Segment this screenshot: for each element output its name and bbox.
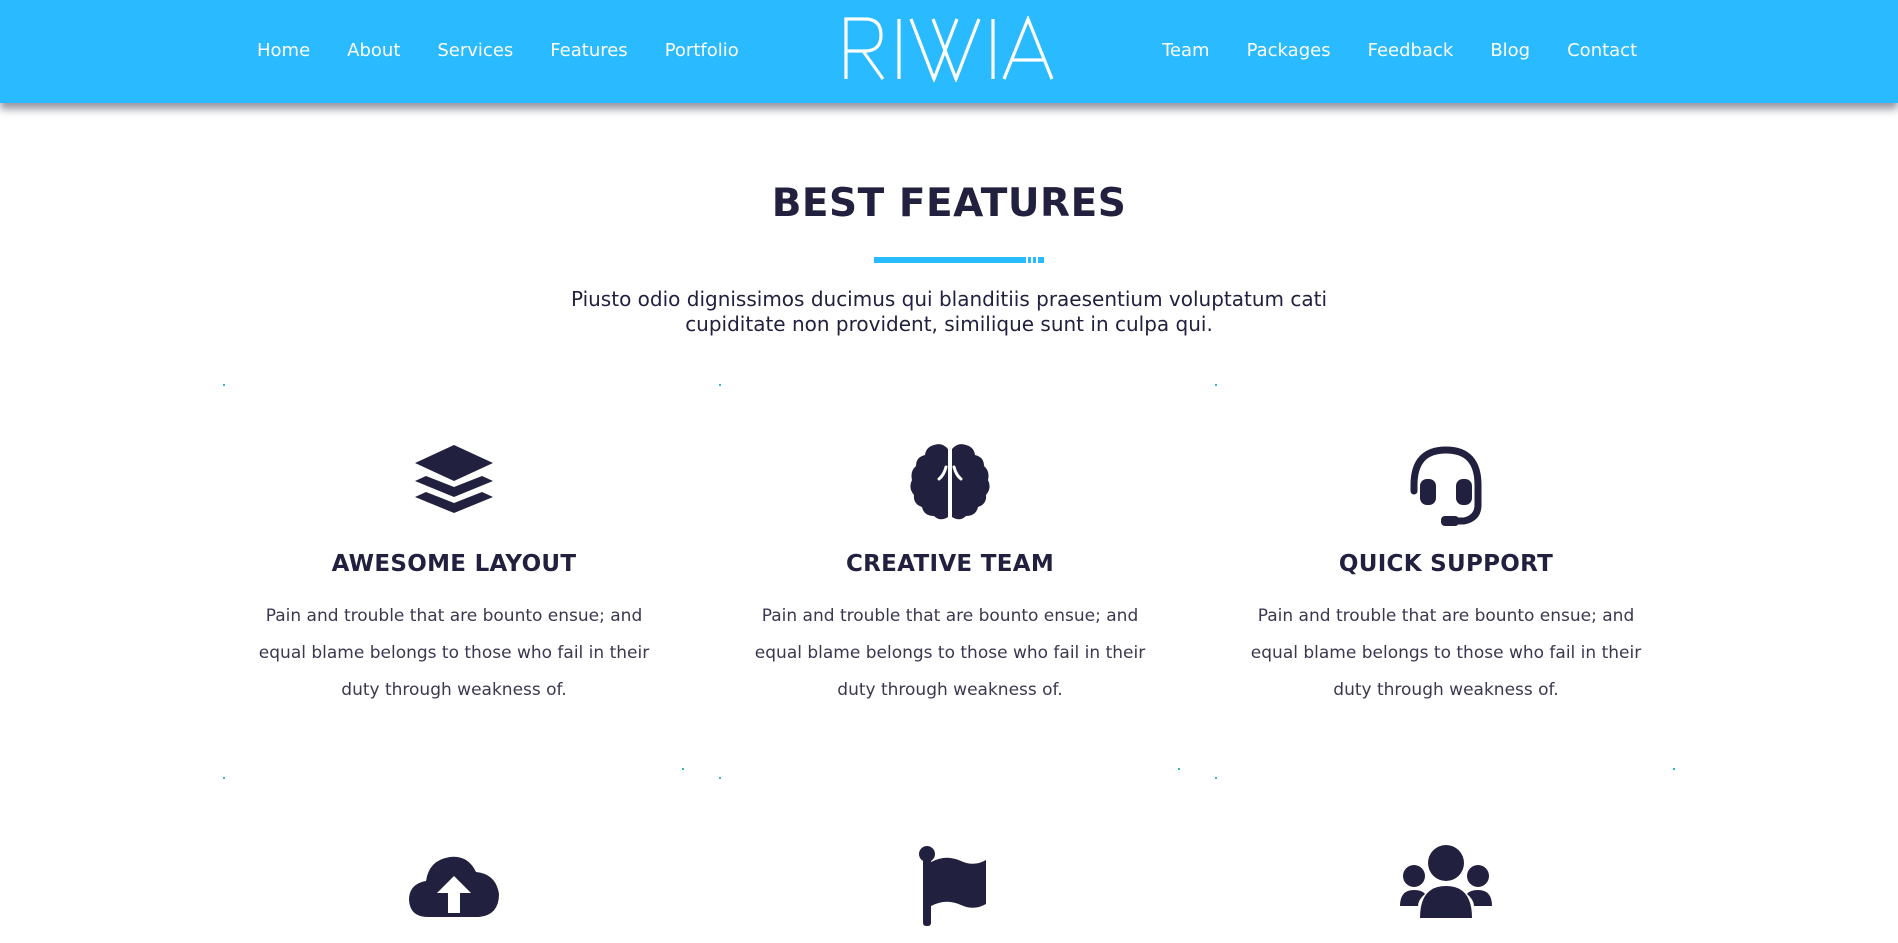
underline-dot bbox=[1028, 257, 1031, 263]
corner-marker bbox=[1673, 768, 1675, 770]
nav-link-about[interactable]: About bbox=[347, 40, 400, 61]
intro-line: cupiditate non provident, similique sunt… bbox=[685, 312, 1213, 336]
nav-left: Home About Services Features Portfolio bbox=[257, 0, 776, 100]
corner-marker bbox=[1215, 384, 1217, 386]
section-intro: Piusto odio dignissimos ducimus qui blan… bbox=[540, 287, 1358, 337]
nav-link-packages[interactable]: Packages bbox=[1247, 40, 1331, 61]
feature-text: Pain and trouble that are bounto ensue; … bbox=[1250, 606, 1642, 700]
logo-wordmark bbox=[844, 14, 1054, 84]
flag-icon bbox=[900, 826, 1000, 926]
nav-link-features[interactable]: Features bbox=[550, 40, 627, 61]
corner-marker bbox=[223, 384, 225, 386]
underline-bar bbox=[874, 257, 1026, 263]
feature-text: Pain and trouble that are bounto ensue; … bbox=[754, 606, 1146, 700]
nav-link-feedback[interactable]: Feedback bbox=[1368, 40, 1454, 61]
feature-title: AWESOME LAYOUT bbox=[331, 551, 577, 577]
nav-link-services[interactable]: Services bbox=[437, 40, 513, 61]
nav-link-team[interactable]: Team bbox=[1162, 40, 1210, 61]
features-section: BEST FEATURES Piusto odio dignissimos du… bbox=[0, 103, 1898, 943]
feature-title: QUICK SUPPORT bbox=[1338, 551, 1554, 577]
corner-marker bbox=[682, 768, 684, 770]
nav-link-contact[interactable]: Contact bbox=[1567, 40, 1637, 61]
corner-marker bbox=[1215, 777, 1217, 779]
corner-marker bbox=[719, 384, 721, 386]
users-icon bbox=[1396, 826, 1496, 926]
underline-dot bbox=[1033, 257, 1036, 263]
logo[interactable] bbox=[843, 14, 1055, 84]
cloud-upload-icon bbox=[404, 826, 504, 926]
corner-marker bbox=[1178, 768, 1180, 770]
section-title: BEST FEATURES bbox=[771, 181, 1127, 226]
feature-text: Pain and trouble that are bounto ensue; … bbox=[258, 606, 650, 700]
corner-marker bbox=[719, 777, 721, 779]
title-underline bbox=[874, 257, 1044, 263]
navbar: Home About Services Features Portfolio T… bbox=[0, 0, 1898, 103]
layers-icon bbox=[404, 433, 504, 533]
headset-icon bbox=[1396, 433, 1496, 533]
intro-line: Piusto odio dignissimos ducimus qui blan… bbox=[570, 287, 1328, 311]
nav-right: Team Packages Feedback Blog Contact bbox=[1162, 0, 1674, 100]
nav-link-portfolio[interactable]: Portfolio bbox=[665, 40, 739, 61]
feature-title: CREATIVE TEAM bbox=[845, 551, 1055, 577]
brain-icon bbox=[900, 433, 1000, 533]
corner-marker bbox=[223, 777, 225, 779]
nav-link-blog[interactable]: Blog bbox=[1490, 40, 1530, 61]
nav-link-home[interactable]: Home bbox=[257, 40, 310, 61]
underline-dot bbox=[1038, 257, 1044, 263]
